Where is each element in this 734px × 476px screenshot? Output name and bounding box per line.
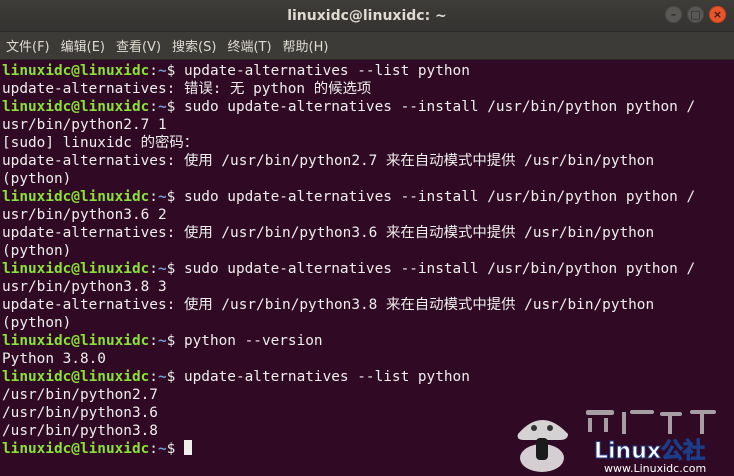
prompt-user-host: linuxidc@linuxidc xyxy=(2,189,150,205)
window-title: linuxidc@linuxidc: ~ xyxy=(287,7,447,24)
close-button[interactable]: × xyxy=(709,6,726,23)
output-text: usr/bin/python2.7 1 xyxy=(2,117,167,133)
output-text: /usr/bin/python2.7 xyxy=(2,387,158,403)
command-text: sudo update-alternatives --install /usr/… xyxy=(183,189,696,205)
title-bar[interactable]: linuxidc@linuxidc: ~ – □ × xyxy=(0,0,734,32)
linux-penguin-icon xyxy=(517,420,568,472)
output-line: /usr/bin/python2.7 xyxy=(2,386,732,404)
output-line: update-alternatives: 使用 /usr/bin/python3… xyxy=(2,224,732,242)
menu-search[interactable]: 搜索(S) xyxy=(172,36,216,55)
prompt-directory: ~ xyxy=(157,333,167,349)
minimize-icon: – xyxy=(670,8,677,21)
minimize-button[interactable]: – xyxy=(665,6,682,23)
prompt-separator: : xyxy=(149,99,158,115)
prompt-user-host: linuxidc@linuxidc xyxy=(2,63,150,79)
terminal-window: linuxidc@linuxidc: ~ – □ × 文件(F) 编辑(E) 查… xyxy=(0,0,734,476)
output-line: usr/bin/python2.7 1 xyxy=(2,116,732,134)
prompt-directory: ~ xyxy=(157,441,167,457)
prompt-directory: ~ xyxy=(157,369,167,385)
prompt-user-host: linuxidc@linuxidc xyxy=(2,333,150,349)
command-text: update-alternatives --list python xyxy=(183,369,470,385)
watermark-logo: Linux公社 www.Linuxidc.com xyxy=(517,410,716,475)
prompt-line: linuxidc@linuxidc:~$ sudo update-alterna… xyxy=(2,260,732,278)
prompt-separator: : xyxy=(149,63,158,79)
menu-help[interactable]: 帮助(H) xyxy=(283,36,329,55)
text-cursor xyxy=(183,440,192,455)
output-text: usr/bin/python3.6 2 xyxy=(2,207,167,223)
output-line: update-alternatives: 错误: 无 python 的候选项 xyxy=(2,80,732,98)
menu-terminal[interactable]: 终端(T) xyxy=(227,36,271,55)
prompt-directory: ~ xyxy=(157,63,167,79)
prompt-user-host: linuxidc@linuxidc xyxy=(2,441,150,457)
prompt-sign: $ xyxy=(166,441,184,457)
output-text: update-alternatives: 使用 /usr/bin/python2… xyxy=(2,153,655,169)
command-text: sudo update-alternatives --install /usr/… xyxy=(183,261,696,277)
menu-view[interactable]: 查看(V) xyxy=(116,36,161,55)
command-text: sudo update-alternatives --install /usr/… xyxy=(183,99,696,115)
prompt-sign: $ xyxy=(166,63,184,79)
prompt-sign: $ xyxy=(166,189,184,205)
output-line: usr/bin/python3.6 2 xyxy=(2,206,732,224)
watermark-title: Linux公社 xyxy=(594,438,705,464)
watermark-brush-mark xyxy=(586,410,716,434)
prompt-sign: $ xyxy=(166,99,184,115)
prompt-user-host: linuxidc@linuxidc xyxy=(2,369,150,385)
output-line: usr/bin/python3.8 3 xyxy=(2,278,732,296)
menu-file[interactable]: 文件(F) xyxy=(6,36,50,55)
maximize-icon: □ xyxy=(690,8,701,21)
prompt-line: linuxidc@linuxidc:~$ sudo update-alterna… xyxy=(2,98,732,116)
prompt-directory: ~ xyxy=(157,261,167,277)
output-text: (python) xyxy=(2,243,72,259)
prompt-directory: ~ xyxy=(157,99,167,115)
watermark-url: www.Linuxidc.com xyxy=(604,462,706,475)
prompt-line: linuxidc@linuxidc:~$ update-alternatives… xyxy=(2,62,732,80)
output-text: /usr/bin/python3.8 xyxy=(2,423,158,439)
menu-bar: 文件(F) 编辑(E) 查看(V) 搜索(S) 终端(T) 帮助(H) xyxy=(0,32,734,60)
prompt-line: linuxidc@linuxidc:~$ update-alternatives… xyxy=(2,368,732,386)
output-text: /usr/bin/python3.6 xyxy=(2,405,158,421)
output-text: (python) xyxy=(2,171,72,187)
output-text: update-alternatives: 使用 /usr/bin/python3… xyxy=(2,297,655,313)
output-line: update-alternatives: 使用 /usr/bin/python2… xyxy=(2,152,732,170)
prompt-separator: : xyxy=(149,189,158,205)
output-line: Python 3.8.0 xyxy=(2,350,732,368)
output-text: update-alternatives: 使用 /usr/bin/python3… xyxy=(2,225,655,241)
prompt-line: linuxidc@linuxidc:~$ python --version xyxy=(2,332,732,350)
output-line: (python) xyxy=(2,170,732,188)
menu-edit[interactable]: 编辑(E) xyxy=(61,36,105,55)
command-text: python --version xyxy=(183,333,323,349)
window-controls: – □ × xyxy=(665,6,726,23)
prompt-separator: : xyxy=(149,369,158,385)
output-line: (python) xyxy=(2,242,732,260)
output-text: [sudo] linuxidc 的密码： xyxy=(2,135,199,151)
prompt-separator: : xyxy=(149,333,158,349)
maximize-button[interactable]: □ xyxy=(687,6,704,23)
close-icon: × xyxy=(712,8,723,21)
output-text: Python 3.8.0 xyxy=(2,351,106,367)
prompt-user-host: linuxidc@linuxidc xyxy=(2,99,150,115)
output-text: (python) xyxy=(2,315,72,331)
output-text: usr/bin/python3.8 3 xyxy=(2,279,167,295)
output-line: [sudo] linuxidc 的密码： xyxy=(2,134,732,152)
command-text: update-alternatives --list python xyxy=(183,63,470,79)
output-text: update-alternatives: 错误: 无 python 的候选项 xyxy=(2,81,372,97)
prompt-separator: : xyxy=(149,261,158,277)
prompt-directory: ~ xyxy=(157,189,167,205)
prompt-user-host: linuxidc@linuxidc xyxy=(2,261,150,277)
output-line: (python) xyxy=(2,314,732,332)
prompt-sign: $ xyxy=(166,369,184,385)
prompt-sign: $ xyxy=(166,333,184,349)
prompt-line: linuxidc@linuxidc:~$ sudo update-alterna… xyxy=(2,188,732,206)
prompt-sign: $ xyxy=(166,261,184,277)
output-line: update-alternatives: 使用 /usr/bin/python3… xyxy=(2,296,732,314)
prompt-separator: : xyxy=(149,441,158,457)
